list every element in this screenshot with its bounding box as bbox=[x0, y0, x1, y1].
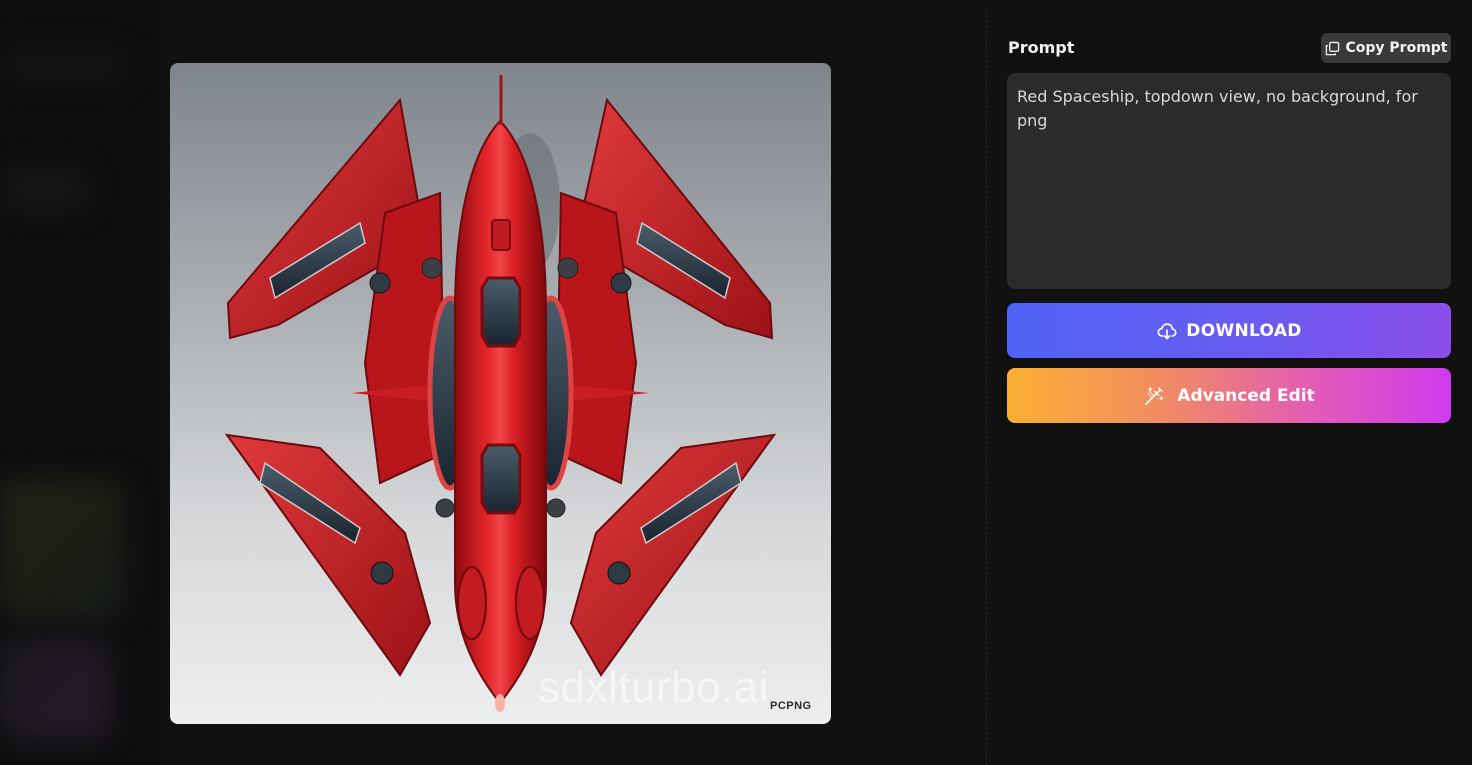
blurred-thumbnail bbox=[0, 480, 125, 620]
copy-prompt-button[interactable]: Copy Prompt bbox=[1321, 33, 1451, 63]
magic-wand-icon bbox=[1145, 386, 1164, 405]
blurred-background-page bbox=[0, 0, 160, 765]
panel-divider bbox=[986, 10, 987, 765]
advanced-edit-button[interactable]: Advanced Edit bbox=[1007, 368, 1451, 423]
blurred-block bbox=[0, 50, 130, 80]
blurred-block bbox=[0, 170, 90, 210]
download-label: DOWNLOAD bbox=[1186, 320, 1302, 341]
advanced-edit-label: Advanced Edit bbox=[1177, 385, 1315, 406]
prompt-panel: Prompt Copy Prompt Red Spaceship, topdow… bbox=[1007, 33, 1451, 423]
generated-image-preview: sdxlturbo.ai PCPNG bbox=[170, 63, 831, 724]
prompt-text: Red Spaceship, topdown view, no backgrou… bbox=[1017, 87, 1418, 130]
prompt-label: Prompt bbox=[1008, 38, 1075, 57]
prompt-header: Prompt Copy Prompt bbox=[1007, 33, 1451, 63]
spaceship-illustration bbox=[224, 75, 777, 712]
corner-logo-mark: PCPNG bbox=[770, 700, 812, 712]
cloud-download-icon bbox=[1157, 322, 1177, 339]
copy-prompt-label: Copy Prompt bbox=[1345, 40, 1448, 56]
watermark-text: sdxlturbo.ai bbox=[538, 663, 770, 712]
blurred-thumbnail bbox=[0, 640, 110, 740]
download-button[interactable]: DOWNLOAD bbox=[1007, 303, 1451, 358]
app-root: sdxlturbo.ai PCPNG Prompt Copy Prompt Re… bbox=[0, 0, 1472, 765]
copy-icon bbox=[1325, 41, 1339, 55]
prompt-text-box[interactable]: Red Spaceship, topdown view, no backgrou… bbox=[1007, 73, 1451, 289]
